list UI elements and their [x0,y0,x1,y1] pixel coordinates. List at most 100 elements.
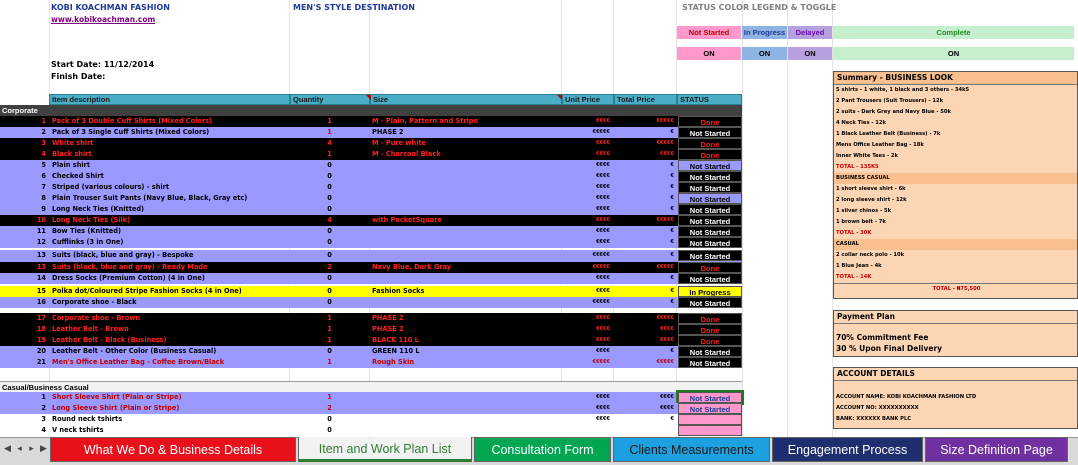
col-header-item[interactable]: Item description [49,94,290,105]
quantity-cell[interactable]: 0 [290,297,369,308]
unit-price-cell[interactable]: €€€€ [562,346,613,357]
status-cell[interactable] [678,414,742,425]
website-link[interactable]: www.kobikoachman.com [51,15,155,24]
quantity-cell[interactable]: 1 [290,127,369,138]
row-number[interactable]: 3 [0,138,49,149]
status-cell[interactable]: Not Started [676,390,744,405]
size-cell[interactable]: GREEN 110 L [370,346,561,357]
item-description[interactable]: Plain shirt [51,160,289,171]
table-row[interactable]: 20 Leather Belt - Other Color (Business C… [0,346,742,357]
unit-price-cell[interactable]: €€€€ [562,403,613,414]
total-price-cell[interactable]: € [614,250,676,261]
row-number[interactable]: 1 [0,392,49,403]
unit-price-cell[interactable]: €€€€ [562,324,613,335]
status-cell[interactable]: Not Started [678,204,742,215]
sheet-tab[interactable]: Engagement Process [772,437,923,462]
status-cell[interactable]: Not Started [678,127,742,138]
total-price-cell[interactable]: € [614,204,676,215]
table-row[interactable]: 8 Plain Trouser Suit Pants (Navy Blue, Bl… [0,193,742,204]
row-number[interactable]: 13 [0,250,49,261]
unit-price-cell[interactable]: €€€€€ [562,297,613,308]
row-number[interactable]: 11 [0,226,49,237]
item-description[interactable]: Leather Belt - Black (Business) [51,335,289,346]
table-row[interactable]: 7 Striped (various colours) - shirt 0 €€€€ €… [0,182,742,193]
quantity-cell[interactable]: 0 [290,171,369,182]
total-price-cell[interactable]: €€€€ [614,324,676,335]
row-number[interactable]: 20 [0,346,49,357]
item-description[interactable]: Round neck tshirts [51,414,289,425]
row-number[interactable]: 15 [0,286,49,297]
row-number[interactable]: 8 [0,193,49,204]
unit-price-cell[interactable]: €€€€€ [562,357,613,368]
row-number[interactable]: 9 [0,204,49,215]
unit-price-cell[interactable]: €€€€€ [562,127,613,138]
sheet-tab[interactable]: Size Definition Page [925,437,1068,462]
item-description[interactable]: Polka dot/Coloured Stripe Fashion Socks … [51,286,289,297]
status-cell[interactable]: Not Started [678,297,742,308]
size-cell[interactable] [370,237,561,248]
total-price-cell[interactable]: € [614,346,676,357]
item-description[interactable]: Pack of 3 Single Cuff Shirts (Mixed Colo… [51,127,289,138]
quantity-cell[interactable]: 0 [290,414,369,425]
item-description[interactable]: V neck tshirts [51,425,289,436]
sheet-tab[interactable]: What We Do & Business Details [50,437,296,462]
item-description[interactable]: Bow Ties (Knitted) [51,226,289,237]
row-number[interactable]: 19 [0,335,49,346]
row-number[interactable]: 1 [0,116,49,127]
item-description[interactable]: Leather Belt - Brown [51,324,289,335]
total-price-cell[interactable]: €€€€ [614,149,676,160]
item-description[interactable]: White shirt [51,138,289,149]
total-price-cell[interactable]: € [614,414,676,425]
size-cell[interactable]: M - Plain, Pattern and Stripe [370,116,561,127]
total-price-cell[interactable] [614,425,676,436]
item-description[interactable]: Suits (black, blue and gray) - Ready Mad… [51,262,289,273]
row-number[interactable]: 7 [0,182,49,193]
quantity-cell[interactable]: 0 [290,425,369,436]
total-price-cell[interactable]: €€€€ [614,392,676,403]
quantity-cell[interactable]: 0 [290,346,369,357]
size-cell[interactable] [370,392,561,403]
size-cell[interactable] [370,403,561,414]
size-cell[interactable] [370,425,561,436]
unit-price-cell[interactable]: €€€€ [562,313,613,324]
table-row[interactable]: 2 Pack of 3 Single Cuff Shirts (Mixed Col… [0,127,742,138]
unit-price-cell[interactable]: €€€€ [562,160,613,171]
row-number[interactable]: 18 [0,324,49,335]
size-cell[interactable] [370,182,561,193]
size-cell[interactable] [370,193,561,204]
row-number[interactable]: 10 [0,215,49,226]
status-cell[interactable]: Not Started [678,403,742,414]
quantity-cell[interactable]: 0 [290,160,369,171]
total-price-cell[interactable]: €€€€€ [614,313,676,324]
toggle-delayed[interactable]: ON [788,47,832,60]
item-description[interactable]: Short Sleeve Shirt (Plain or Stripe) [51,392,289,403]
unit-price-cell[interactable]: €€€€ [562,286,613,297]
quantity-cell[interactable]: 0 [290,286,369,297]
sheet-tab[interactable]: Consultation Form [474,437,611,462]
table-row[interactable]: 6 Checked Shirt 0 €€€€ € Not Started [0,171,742,182]
unit-price-cell[interactable]: €€€€ [562,226,613,237]
quantity-cell[interactable]: 0 [290,273,369,284]
table-row[interactable]: 21 Men's Office Leather Bag - Coffee Brow… [0,357,742,368]
quantity-cell[interactable]: 1 [290,335,369,346]
size-cell[interactable] [370,171,561,182]
status-cell[interactable]: Not Started [678,226,742,237]
status-cell[interactable]: Done [678,313,742,324]
item-description[interactable]: Pack of 3 Double Cuff Shirts (Mixed Colo… [51,116,289,127]
item-description[interactable]: Leather Belt - Other Color (Business Cas… [51,346,289,357]
table-row[interactable]: 4 Black shirt 1 M - Charcoal Black €€€€ €€€€ D… [0,149,742,160]
total-price-cell[interactable]: € [614,171,676,182]
table-row[interactable]: 11 Bow Ties (Knitted) 0 €€€€ € Not Started [0,226,742,237]
scroll-prev-icon[interactable]: ◂ [14,441,25,455]
size-cell[interactable] [370,226,561,237]
total-price-cell[interactable]: € [614,127,676,138]
quantity-cell[interactable]: 1 [290,392,369,403]
size-cell[interactable]: Fashion Socks [370,286,561,297]
size-cell[interactable]: PHASE 2 [370,313,561,324]
total-price-cell[interactable]: € [614,297,676,308]
table-row[interactable]: 5 Plain shirt 0 €€€€ € Not Started [0,160,742,171]
table-row[interactable]: 9 Long Neck Ties (Knitted) 0 €€€€ € Not Start… [0,204,742,215]
col-header-total-price[interactable]: Total Price [614,94,677,105]
item-description[interactable]: Black shirt [51,149,289,160]
col-header-status[interactable]: STATUS [677,94,742,105]
